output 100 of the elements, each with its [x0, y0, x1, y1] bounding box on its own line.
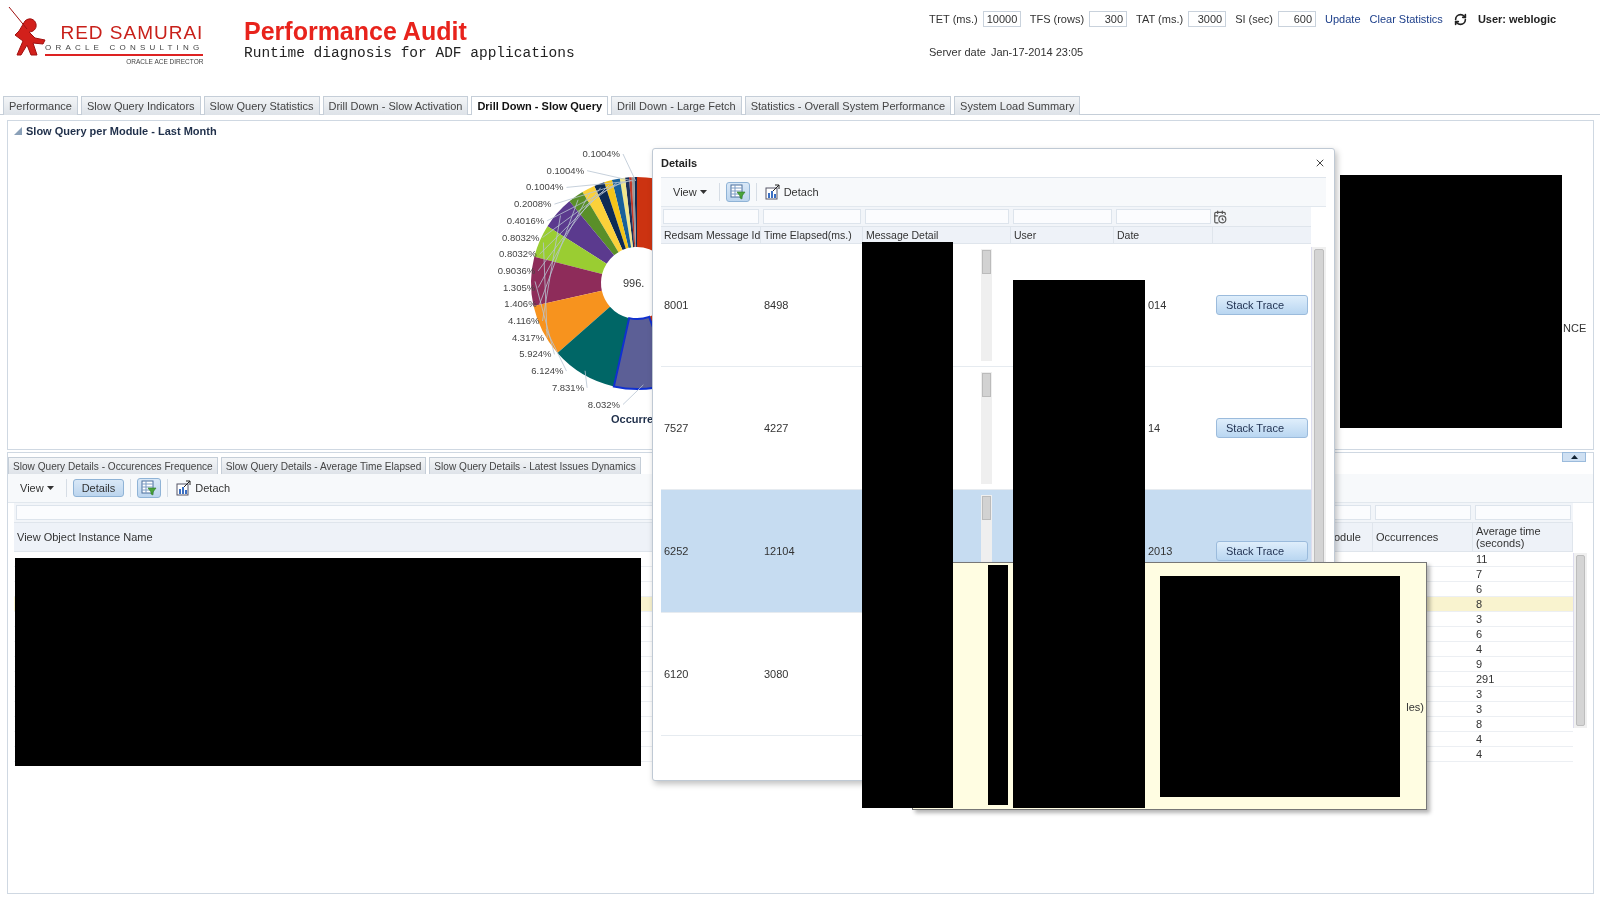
toolbar-link[interactable]: Clear Statistics — [1369, 13, 1443, 25]
slice-label: 0.1004% — [582, 148, 620, 159]
slice-label: 7.831% — [551, 381, 585, 393]
filter-field[interactable] — [1013, 209, 1112, 224]
slice-label: 4.116% — [508, 315, 540, 326]
table-cell: 6252 — [664, 545, 689, 557]
column-header[interactable]: Occurrences — [1373, 523, 1473, 551]
column-header[interactable]: Date — [1114, 227, 1213, 243]
slice-label: 8.032% — [587, 398, 620, 410]
slice-label: 0.1004% — [526, 181, 564, 193]
stack-trace-button[interactable]: Stack Trace — [1216, 541, 1308, 561]
setting-label: TET (ms.) — [929, 13, 978, 25]
tab[interactable]: Drill Down - Slow Activation — [322, 96, 469, 115]
details-toggle[interactable]: Details — [72, 479, 125, 497]
slice-label: 0.2008% — [514, 198, 552, 210]
text-fragment: NCE — [1563, 322, 1587, 334]
detach-button[interactable]: Detach — [762, 182, 821, 202]
tooltip-text: les) — [1406, 701, 1424, 713]
table-cell: 14 — [1148, 422, 1161, 434]
table-cell-text: 8 — [1475, 717, 1484, 731]
slice-label: 4.317% — [511, 331, 545, 343]
scrollbar[interactable] — [1573, 553, 1587, 728]
tab[interactable]: System Load Summary — [954, 96, 1081, 115]
slice-label: 0.1004% — [546, 164, 585, 176]
page-title: Performance Audit — [244, 17, 468, 45]
table-cell-text: 4 — [1475, 732, 1484, 746]
tab[interactable]: Drill Down - Large Fetch — [611, 96, 742, 115]
table-cell: 8001 — [664, 299, 689, 311]
tab[interactable]: Slow Query Details - Occurences Frequence — [8, 457, 218, 475]
table-cell: 014 — [1148, 299, 1167, 311]
table-cell: 6120 — [664, 668, 689, 680]
detach-icon — [176, 480, 193, 496]
filter-field[interactable] — [1333, 505, 1371, 520]
panel-title: Slow Query per Module - Last Month — [26, 125, 217, 137]
table-cell: 3080 — [764, 668, 789, 680]
logo-name: RED SAMURAI — [60, 23, 204, 43]
table-cell-text: 11 — [1475, 552, 1489, 566]
setting-label: TAT (ms.) — [1136, 13, 1184, 25]
collapse-icon[interactable] — [14, 127, 22, 135]
table-cell: 8498 — [764, 299, 789, 311]
view-menu[interactable]: View — [14, 480, 60, 496]
refresh-icon[interactable] — [1453, 12, 1467, 26]
logo-tagline: ORACLE CONSULTING — [45, 43, 204, 56]
setting-field[interactable]: 300 — [1089, 11, 1128, 27]
scrollbar[interactable] — [981, 372, 992, 484]
tab[interactable]: Statistics - Overall System Performance — [744, 96, 952, 115]
detach-icon — [764, 184, 781, 200]
close-button[interactable] — [1314, 157, 1326, 169]
toolbar-link[interactable]: Update — [1325, 13, 1361, 25]
user-label: User: weblogic — [1477, 13, 1557, 25]
stack-trace-button[interactable]: Stack Trace — [1216, 418, 1308, 438]
calendar-icon[interactable] — [1213, 209, 1227, 224]
tab[interactable]: Slow Query Indicators — [81, 96, 201, 115]
setting-field[interactable]: 600 — [1278, 11, 1317, 27]
table-cell: 2013 — [1148, 545, 1173, 557]
caret-icon — [46, 486, 54, 490]
table-cell-text: 8 — [1475, 597, 1484, 611]
filter-field[interactable] — [1375, 505, 1471, 520]
tab[interactable]: Slow Query Details - Latest Issues Dynamics — [429, 457, 641, 475]
detach-button[interactable]: Detach — [174, 478, 233, 498]
filter-field[interactable] — [1116, 209, 1211, 224]
tab[interactable]: Slow Query Details - Average Time Elapsed — [220, 457, 427, 475]
caret-icon — [699, 190, 707, 194]
setting-field[interactable]: 10000 — [982, 11, 1021, 27]
filter-field[interactable] — [1475, 505, 1571, 520]
column-header[interactable]: Redsam Message Id — [661, 227, 761, 243]
filter-toggle[interactable] — [137, 478, 162, 498]
page-subtitle: Runtime diagnosis for ADF applications — [244, 45, 575, 61]
legend-title: Occurre — [611, 413, 654, 425]
setting-label: TFS (rows) — [1029, 13, 1085, 25]
filter-toggle[interactable] — [725, 182, 750, 202]
slice-label: 0.4016% — [506, 214, 545, 226]
leader-line — [584, 370, 588, 389]
column-header[interactable]: User — [1011, 227, 1114, 243]
slice-label: 5.924% — [519, 348, 552, 360]
tab[interactable]: Drill Down - Slow Query — [471, 96, 609, 115]
up-arrow-icon — [1570, 455, 1578, 459]
tab[interactable]: Slow Query Statistics — [203, 96, 320, 115]
scrollbar[interactable] — [981, 249, 992, 361]
table-cell: 7527 — [664, 422, 689, 434]
table-cell-text: 291 — [1475, 672, 1496, 686]
close-icon — [1314, 157, 1326, 169]
table-cell-text: 3 — [1475, 612, 1484, 626]
column-header[interactable]: Average time (seconds) — [1473, 523, 1573, 551]
tab[interactable]: Performance — [3, 96, 78, 115]
table-cell-text: 6 — [1475, 627, 1484, 641]
view-menu[interactable]: View — [667, 184, 713, 200]
setting-field[interactable]: 3000 — [1188, 11, 1227, 27]
setting-label: SI (sec) — [1235, 13, 1274, 25]
splitter-button[interactable] — [1562, 452, 1586, 462]
filter-field[interactable] — [865, 209, 1009, 224]
filter-field[interactable] — [663, 209, 759, 224]
table-cell: 4227 — [764, 422, 789, 434]
server-date-value: Jan-17-2014 23:05 — [990, 46, 1084, 58]
stack-trace-button[interactable]: Stack Trace — [1216, 295, 1308, 315]
filter-icon — [729, 184, 746, 200]
leader-line — [622, 384, 644, 405]
center-label: 996. — [623, 277, 645, 289]
filter-field[interactable] — [763, 209, 861, 224]
slice-label: 0.8032% — [502, 231, 540, 243]
